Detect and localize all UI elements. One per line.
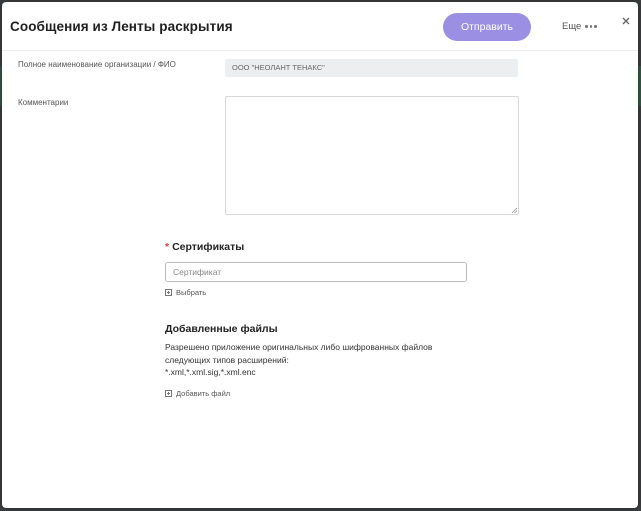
close-icon[interactable] <box>619 14 633 28</box>
modal-title: Сообщения из Ленты раскрытия <box>10 19 233 34</box>
modal-dialog: Сообщения из Ленты раскрытия Отправить Е… <box>2 2 638 508</box>
certificates-title-text: Сертификаты <box>172 241 245 253</box>
org-name-label: Полное наименование организации / ФИО <box>18 60 176 69</box>
files-description-line1: Разрешено приложение оригинальных либо ш… <box>165 342 433 352</box>
plus-box-icon <box>165 390 172 397</box>
files-description-line2: следующих типов расширений: <box>165 354 289 365</box>
resize-grip-icon[interactable] <box>511 207 517 213</box>
more-menu-button[interactable]: Еще <box>562 21 597 32</box>
files-description: Разрешено приложение оригинальных либо ш… <box>165 341 445 379</box>
added-files-title: Добавленные файлы <box>165 323 278 335</box>
add-file-link[interactable]: Добавить файл <box>165 389 230 398</box>
certificate-input[interactable] <box>165 262 467 282</box>
select-certificate-label: Выбрать <box>176 288 207 297</box>
files-extensions: *.xml,*.xml.sig,*.xml.enc <box>165 367 256 377</box>
plus-box-icon <box>165 289 172 296</box>
comment-label: Комментарии <box>18 98 69 107</box>
more-dots-icon <box>585 25 597 28</box>
send-button[interactable]: Отправить <box>443 13 531 41</box>
more-label: Еще <box>562 21 582 32</box>
add-file-label: Добавить файл <box>176 389 231 398</box>
org-name-field: ООО "НЕОЛАНТ ТЕНАКС" <box>225 59 518 77</box>
select-certificate-link[interactable]: Выбрать <box>165 288 206 297</box>
certificates-title: * Сертификаты <box>165 241 244 253</box>
modal-header: Сообщения из Ленты раскрытия Отправить Е… <box>2 2 638 51</box>
comment-textarea[interactable] <box>225 96 519 215</box>
required-marker: * <box>165 241 170 253</box>
